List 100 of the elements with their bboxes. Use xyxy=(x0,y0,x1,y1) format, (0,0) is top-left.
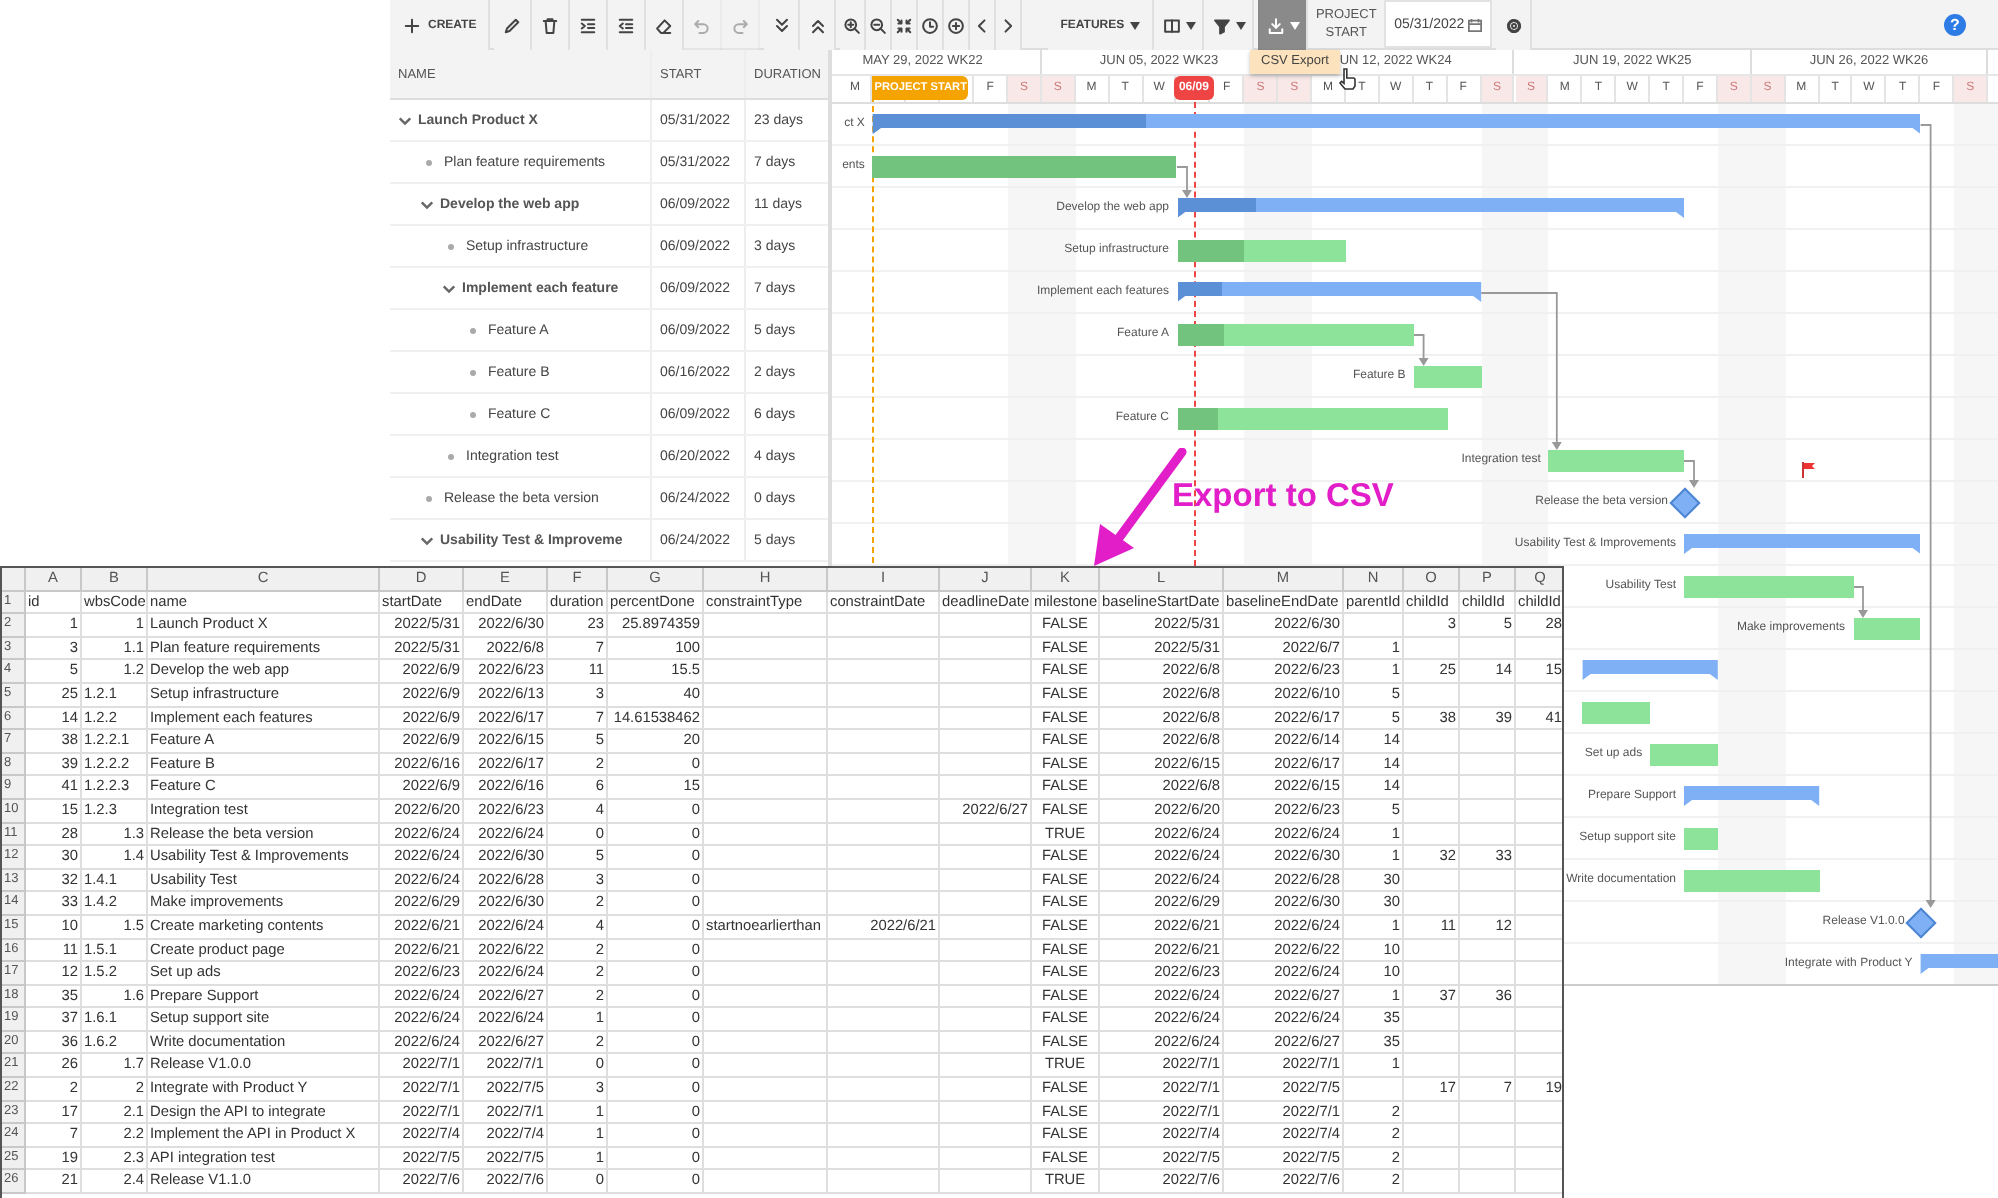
collapse-all-icon xyxy=(807,15,828,35)
fit-icon xyxy=(894,15,915,35)
chevron-icon[interactable] xyxy=(442,281,456,295)
chevron-icon[interactable] xyxy=(420,533,434,547)
empty-cell xyxy=(704,846,828,870)
empty-cell xyxy=(940,660,1032,684)
fit-button[interactable] xyxy=(892,0,919,50)
empty-cell xyxy=(1344,1078,1404,1102)
pointer-hand-icon xyxy=(1338,68,1356,90)
next-button[interactable] xyxy=(996,0,1023,50)
dependency-arrow xyxy=(1176,166,1192,198)
empty-cell xyxy=(1460,869,1516,893)
empty-cell xyxy=(1404,1124,1460,1148)
undo-icon xyxy=(692,15,713,35)
flag-icon xyxy=(1802,462,1817,478)
empty-cell xyxy=(1460,962,1516,986)
caret-icon xyxy=(1235,21,1246,29)
empty-cell xyxy=(704,637,828,661)
empty-cell xyxy=(940,730,1032,754)
empty-cell xyxy=(828,1008,940,1032)
empty-cell xyxy=(1404,1031,1460,1055)
summary-bar[interactable] xyxy=(1684,534,1921,554)
bullet-icon xyxy=(448,243,454,249)
empty-cell xyxy=(1404,637,1460,661)
outdent-button[interactable] xyxy=(608,0,647,50)
empty-cell xyxy=(704,1101,828,1125)
summary-bar[interactable] xyxy=(1177,198,1684,218)
empty-cell xyxy=(1460,892,1516,916)
dependency-arrow xyxy=(1412,334,1429,366)
empty-cell xyxy=(1460,1124,1516,1148)
empty-cell xyxy=(828,939,940,963)
filter-icon xyxy=(1211,15,1232,35)
empty-cell xyxy=(704,753,828,777)
empty-cell xyxy=(828,962,940,986)
plus-circle-icon xyxy=(946,15,967,35)
empty-cell xyxy=(940,892,1032,916)
previous-button[interactable] xyxy=(970,0,997,50)
empty-cell xyxy=(828,1170,940,1195)
empty-cell xyxy=(1460,1031,1516,1055)
empty-cell xyxy=(828,892,940,916)
delete-button[interactable] xyxy=(532,0,571,50)
summary-bar[interactable] xyxy=(872,114,1921,134)
add-button[interactable] xyxy=(944,0,971,50)
empty-cell xyxy=(828,985,940,1009)
filter-button[interactable] xyxy=(1204,0,1255,50)
zoom-out-button[interactable] xyxy=(866,0,893,50)
chevron-icon[interactable] xyxy=(398,113,412,127)
help-button[interactable]: ? xyxy=(1944,13,1966,35)
empty-cell xyxy=(828,683,940,708)
empty-cell xyxy=(704,683,828,708)
columns-button[interactable] xyxy=(1154,0,1205,50)
empty-cell xyxy=(828,799,940,824)
edit-button[interactable] xyxy=(494,0,533,50)
collapse-all-button[interactable] xyxy=(800,0,837,50)
empty-cell xyxy=(940,753,1032,777)
settings-button[interactable] xyxy=(1496,0,1533,50)
empty-cell xyxy=(704,1170,828,1195)
empty-cell xyxy=(1404,1008,1460,1032)
empty-cell xyxy=(1460,799,1516,824)
outdent-icon xyxy=(616,15,637,35)
plus-icon xyxy=(402,15,422,35)
erase-button[interactable] xyxy=(646,0,685,50)
empty-cell xyxy=(1460,1147,1516,1171)
bullet-icon xyxy=(448,453,454,459)
indent-button[interactable] xyxy=(570,0,609,50)
callout-text: Export to CSV xyxy=(1172,478,1394,516)
empty-cell xyxy=(940,1078,1032,1102)
empty-cell xyxy=(828,707,940,731)
empty-cell xyxy=(1460,939,1516,963)
clock-button[interactable] xyxy=(918,0,945,50)
empty-cell xyxy=(1404,683,1460,708)
zoom-in-icon xyxy=(842,15,863,35)
empty-cell xyxy=(1404,1101,1460,1125)
settings-icon xyxy=(1503,15,1524,35)
empty-cell xyxy=(704,823,828,847)
empty-cell xyxy=(1460,730,1516,754)
empty-cell xyxy=(828,823,940,847)
empty-cell xyxy=(828,753,940,777)
expand-all-icon xyxy=(771,15,792,35)
empty-cell xyxy=(940,776,1032,800)
empty-cell xyxy=(940,869,1032,893)
bullet-icon xyxy=(470,327,476,333)
empty-cell xyxy=(704,1147,828,1171)
empty-cell xyxy=(1404,776,1460,800)
empty-cell xyxy=(1460,1054,1516,1079)
empty-cell xyxy=(940,1031,1032,1055)
caret-icon xyxy=(1185,21,1196,29)
summary-bar[interactable] xyxy=(1177,282,1482,302)
indent-icon xyxy=(578,15,599,35)
empty-cell xyxy=(1404,730,1460,754)
chevron-icon[interactable] xyxy=(420,197,434,211)
empty-cell xyxy=(704,1008,828,1032)
summary-bar[interactable] xyxy=(1582,660,1718,680)
empty-cell xyxy=(940,1054,1032,1079)
empty-cell xyxy=(1404,869,1460,893)
zoom-in-button[interactable] xyxy=(840,0,867,50)
expand-all-button[interactable] xyxy=(764,0,801,50)
empty-cell xyxy=(940,707,1032,731)
empty-cell xyxy=(1460,1170,1516,1195)
empty-cell xyxy=(1404,823,1460,847)
